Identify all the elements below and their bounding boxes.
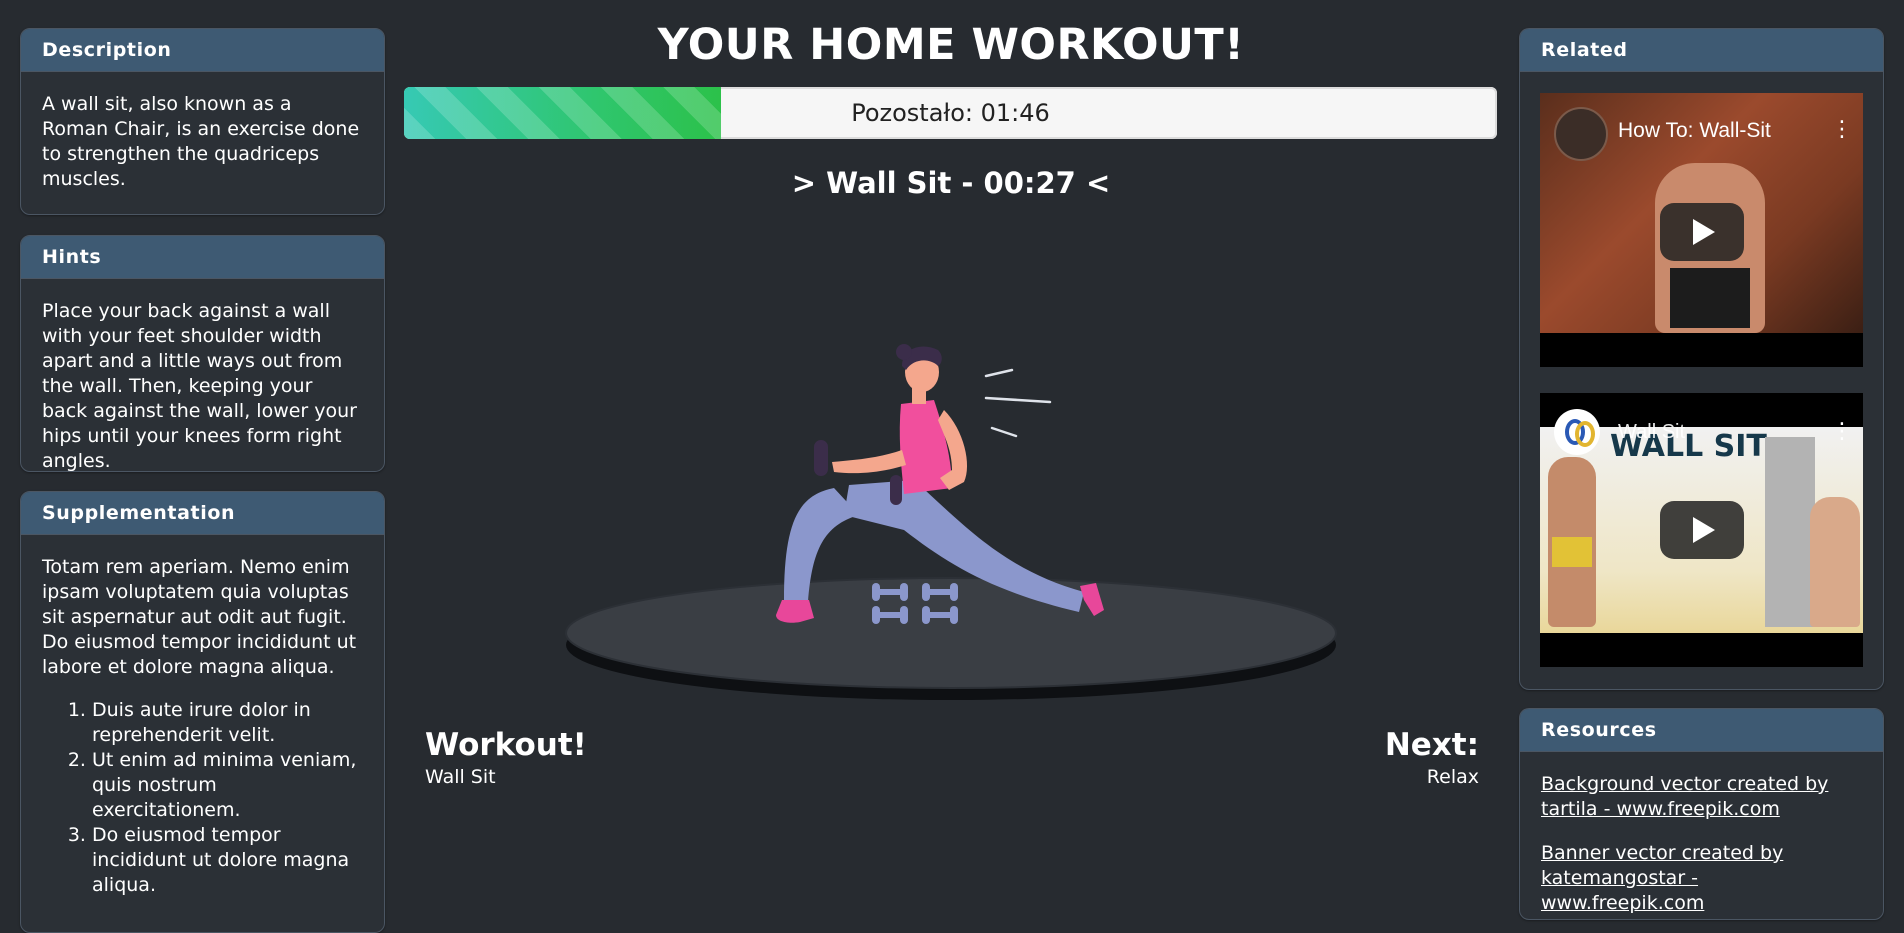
resources-header: Resources (1520, 709, 1883, 752)
hints-card: Hints Place your back against a wall wit… (20, 235, 385, 472)
play-icon[interactable] (1660, 203, 1744, 261)
video-embed[interactable]: How To: Wall-Sit ⋮ (1540, 93, 1863, 367)
video-embed[interactable]: WALL SIT Wall Sit ⋮ (1540, 393, 1863, 667)
related-card: Related How To: Wall-Sit ⋮ WALL SIT Wall… (1519, 28, 1884, 690)
supplementation-list: Duis aute irure dolor in reprehenderit v… (42, 698, 363, 898)
hints-text: Place your back against a wall with your… (42, 300, 357, 472)
list-item: Ut enim ad minima veniam, quis nostrum e… (92, 748, 363, 823)
resources-card: Resources Background vector created by t… (1519, 708, 1884, 920)
supplementation-text: Totam rem aperiam. Nemo enim ipsam volup… (42, 556, 357, 678)
description-card: Description A wall sit, also known as a … (20, 28, 385, 215)
progress-remaining-text: Pozostało: 01:46 (851, 99, 1050, 127)
list-item: Do eiusmod tempor incididunt ut dolore m… (92, 823, 363, 898)
supplementation-header: Supplementation (21, 492, 384, 535)
dumbbell-icon (890, 475, 902, 505)
video-title[interactable]: How To: Wall-Sit (1618, 119, 1771, 143)
channel-avatar (1554, 409, 1600, 455)
current-exercise-timer: > Wall Sit - 00:27 < (791, 166, 1111, 200)
more-options-icon[interactable]: ⋮ (1831, 421, 1853, 443)
supplementation-card: Supplementation Totam rem aperiam. Nemo … (20, 491, 385, 933)
workout-current-label: Wall Sit (425, 766, 496, 788)
description-text: A wall sit, also known as a Roman Chair,… (42, 93, 360, 190)
hints-header: Hints (21, 236, 384, 279)
workout-illustration-svg (565, 344, 1337, 700)
workout-illustration (404, 300, 1498, 720)
video-title[interactable]: Wall Sit (1618, 421, 1685, 444)
more-options-icon[interactable]: ⋮ (1831, 119, 1853, 141)
page-title: YOUR HOME WORKOUT! (657, 20, 1245, 70)
next-heading: Next: (1384, 727, 1479, 763)
dumbbell-icon (814, 440, 828, 476)
channel-avatar (1554, 107, 1608, 161)
resource-link[interactable]: Banner vector created by katemangostar -… (1541, 841, 1862, 916)
list-item: Duis aute irure dolor in reprehenderit v… (92, 698, 363, 748)
motion-lines (984, 368, 1052, 438)
workout-heading: Workout! (425, 727, 587, 763)
next-exercise-label: Relax (1426, 766, 1479, 788)
play-icon[interactable] (1660, 501, 1744, 559)
description-header: Description (21, 29, 384, 72)
resource-link[interactable]: Background vector created by tartila - w… (1541, 772, 1862, 822)
related-header: Related (1520, 29, 1883, 72)
workout-progress-bar: Pozostało: 01:46 (404, 87, 1497, 139)
